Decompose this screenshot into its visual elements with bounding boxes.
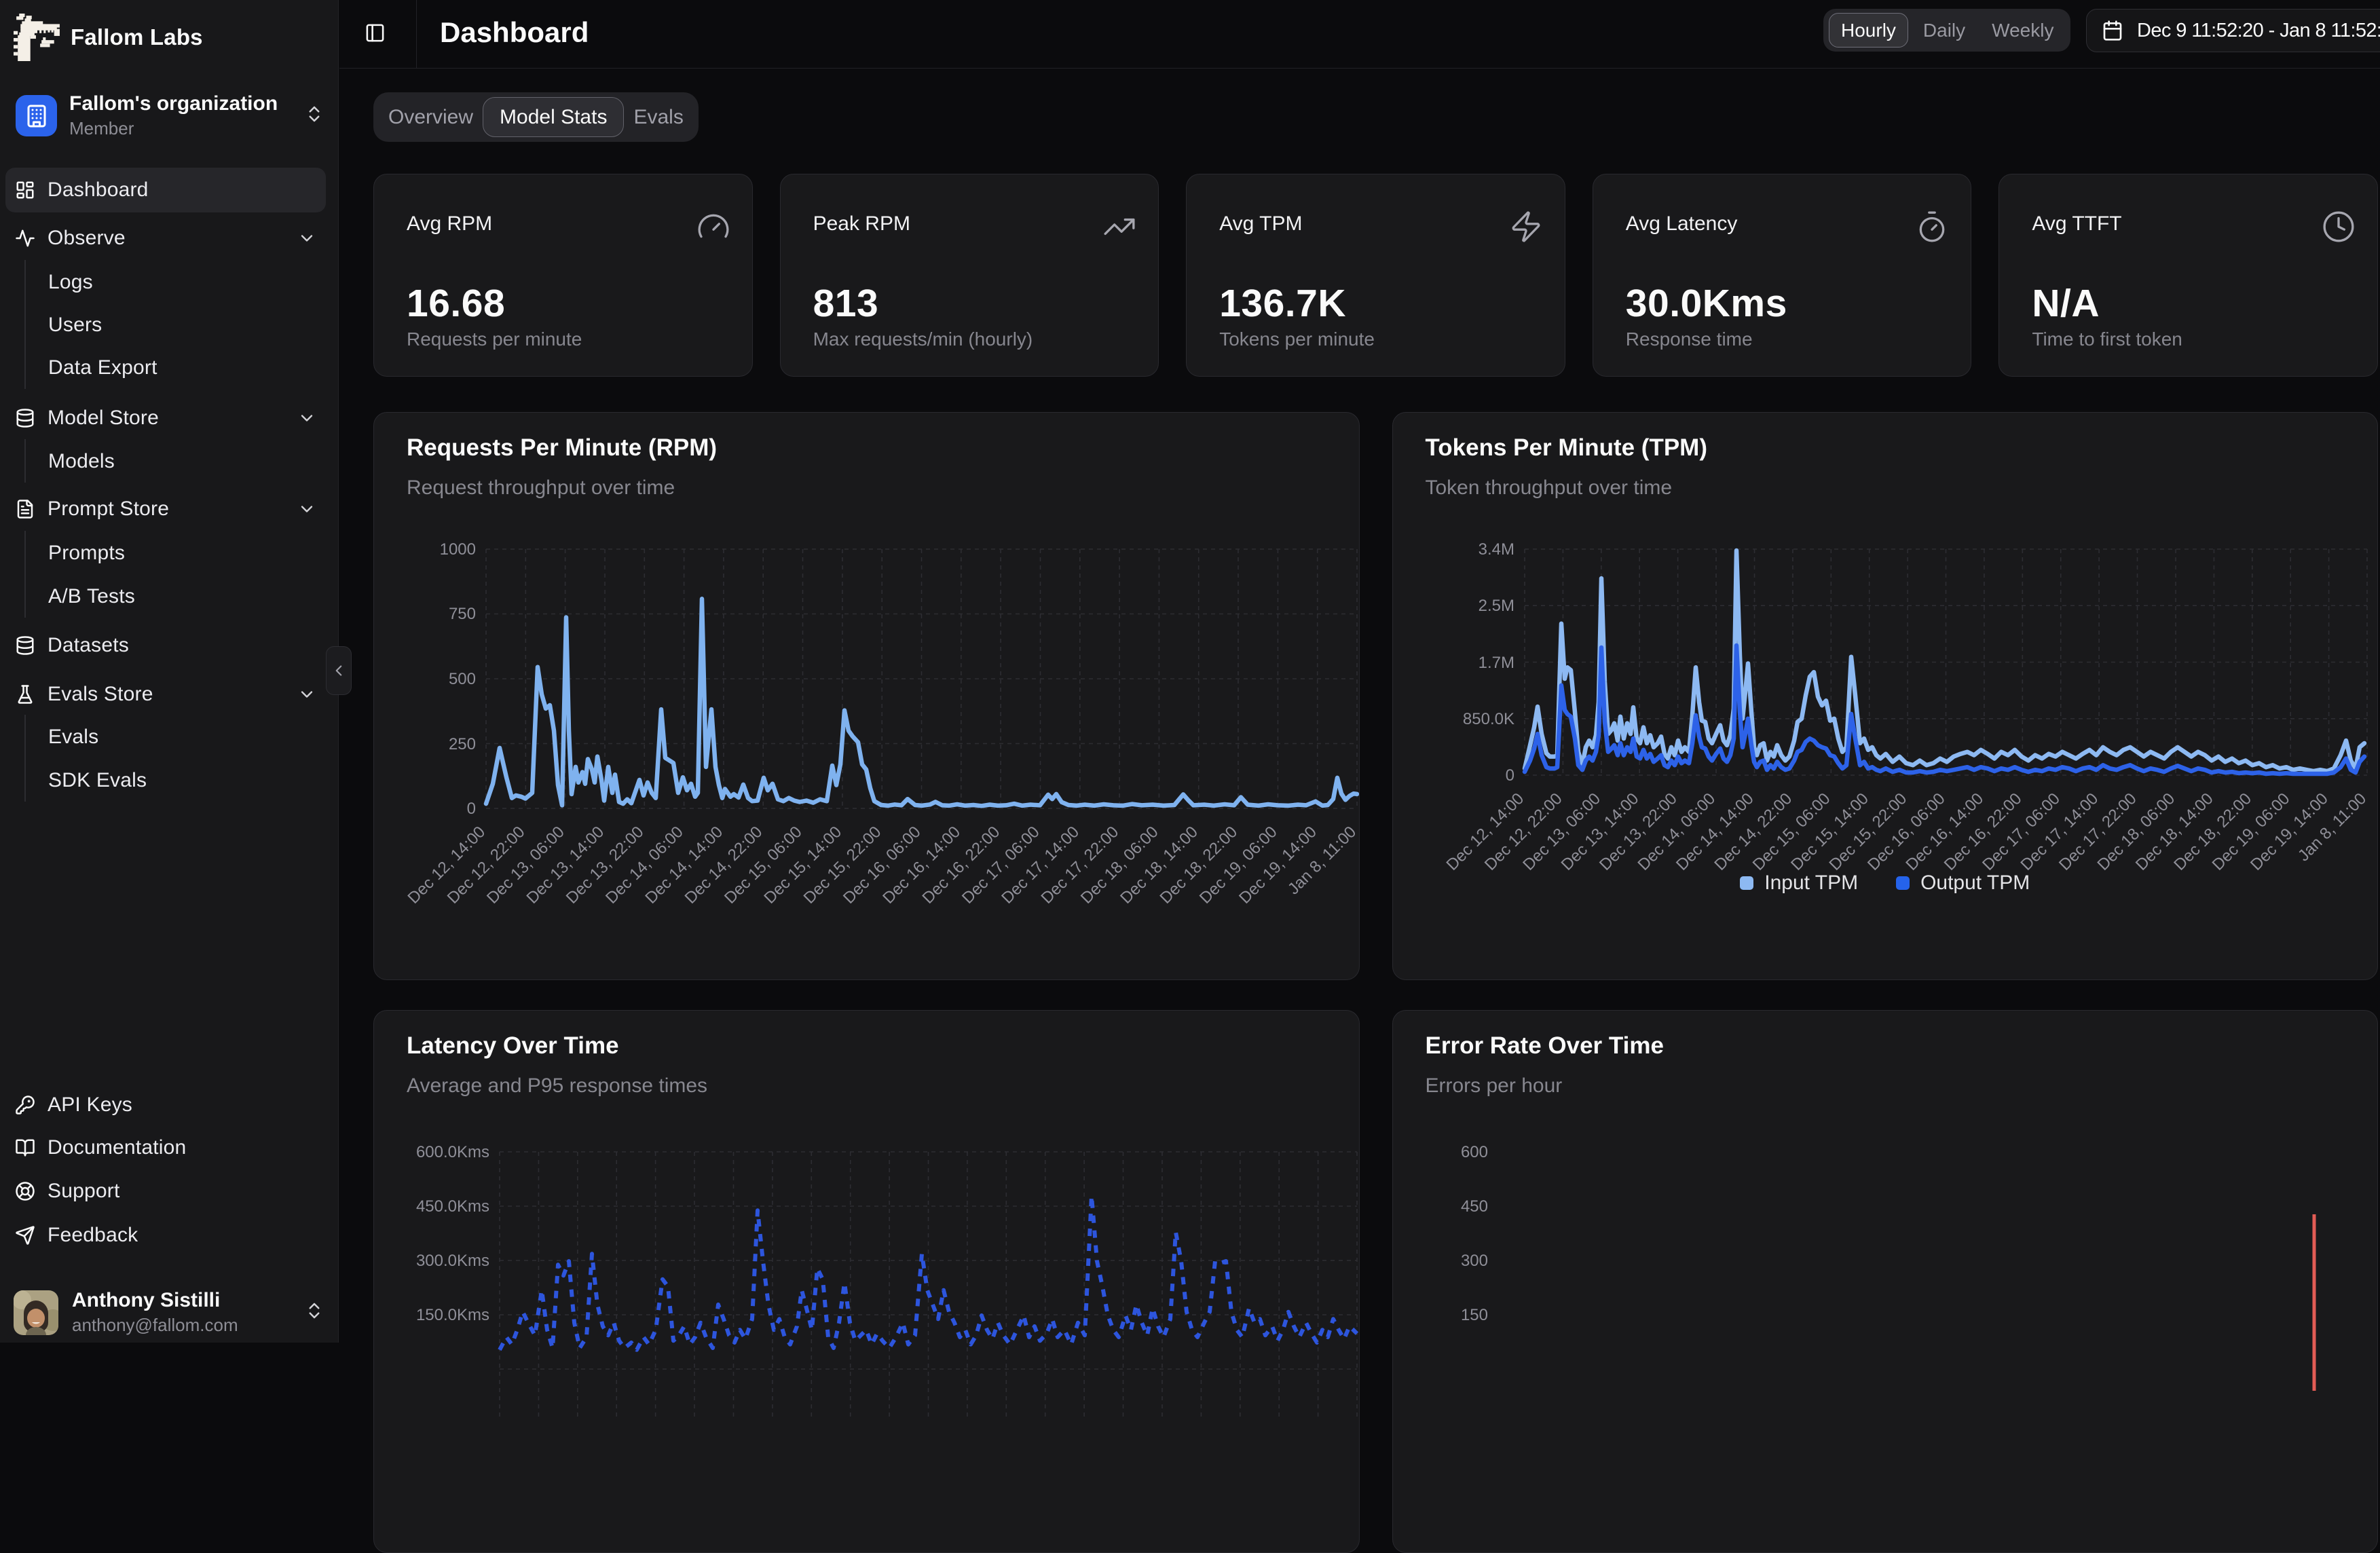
svg-text:0: 0 — [467, 800, 476, 818]
svg-text:1.7M: 1.7M — [1478, 654, 1514, 672]
svg-text:600.0Kms: 600.0Kms — [416, 1143, 489, 1161]
svg-text:850.0K: 850.0K — [1462, 710, 1514, 728]
svg-text:3.4M: 3.4M — [1478, 540, 1514, 559]
svg-text:150: 150 — [1460, 1306, 1487, 1324]
svg-text:0: 0 — [1505, 766, 1514, 785]
svg-text:2.5M: 2.5M — [1478, 597, 1514, 615]
svg-text:300: 300 — [1460, 1252, 1487, 1270]
svg-text:1000: 1000 — [440, 540, 476, 559]
svg-text:150.0Kms: 150.0Kms — [416, 1306, 489, 1324]
svg-text:750: 750 — [449, 605, 476, 623]
svg-text:450.0Kms: 450.0Kms — [416, 1197, 489, 1216]
svg-text:300.0Kms: 300.0Kms — [416, 1252, 489, 1270]
svg-text:250: 250 — [449, 735, 476, 753]
svg-text:500: 500 — [449, 670, 476, 688]
svg-text:600: 600 — [1460, 1143, 1487, 1161]
svg-text:450: 450 — [1460, 1197, 1487, 1216]
